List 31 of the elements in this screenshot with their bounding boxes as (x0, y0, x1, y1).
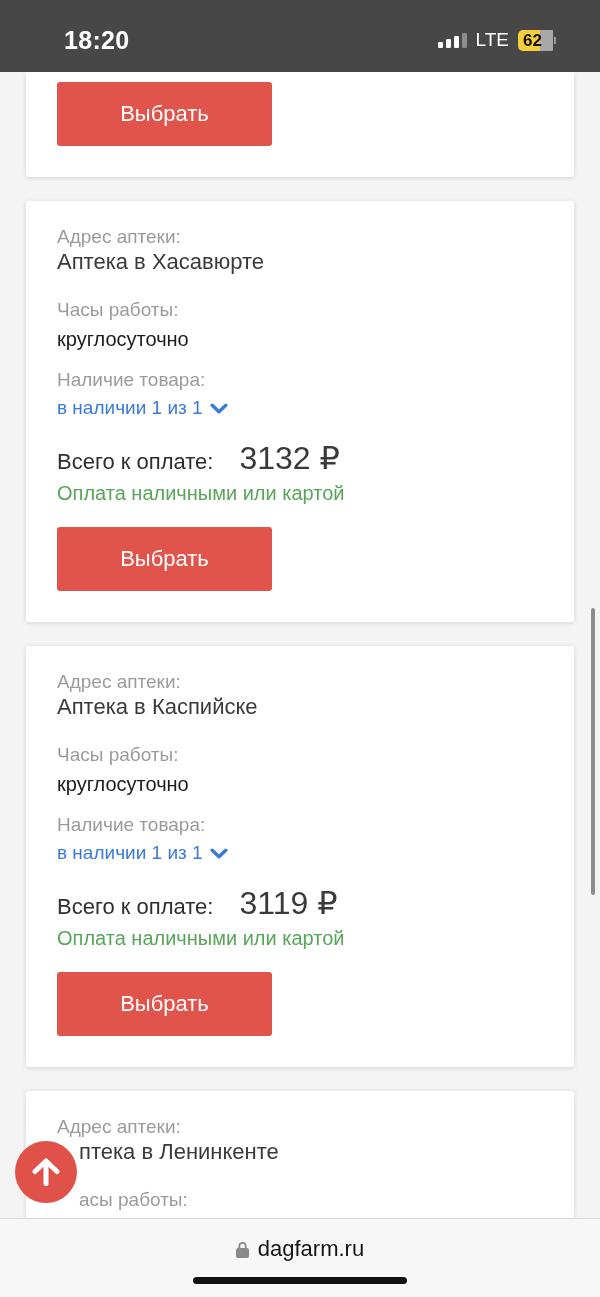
payment-note: Оплата наличными или картой (57, 926, 345, 950)
address-label: Адрес аптеки: (57, 225, 181, 249)
arrow-up-icon (32, 1158, 60, 1186)
signal-icon (437, 32, 468, 48)
availability-toggle[interactable]: в наличии 1 из 1 (57, 841, 228, 865)
address-label: Адрес аптеки: (57, 670, 181, 694)
pharmacy-name: Аптека в Хасавюрте (57, 249, 265, 275)
battery-indicator: 62 (518, 29, 556, 51)
select-button[interactable]: Выбрать (57, 82, 272, 146)
payment-note: Оплата наличными или картой (57, 481, 345, 505)
total-price: 3132 ₽ (239, 439, 340, 478)
hours-value: круглосуточно (57, 772, 189, 797)
select-button[interactable]: Выбрать (57, 972, 272, 1036)
status-time: 18:20 (64, 25, 130, 55)
hours-label: асы работы: (79, 1188, 188, 1212)
total-label: Всего к оплате: (57, 449, 214, 475)
url-text[interactable]: dagfarm.ru (257, 1236, 365, 1262)
pharmacy-name: птека в Ленинкенте (79, 1139, 279, 1165)
total-label: Всего к оплате: (57, 894, 214, 920)
select-button[interactable]: Выбрать (57, 527, 272, 591)
hours-label: Часы работы: (57, 743, 179, 767)
lock-icon (235, 1240, 249, 1258)
address-label: Адрес аптеки: (57, 1115, 181, 1139)
total-price: 3119 ₽ (239, 884, 338, 923)
hours-value: круглосуточно (57, 327, 189, 352)
network-type: LTE (475, 29, 509, 51)
hours-label: Часы работы: (57, 298, 179, 322)
stock-label: Наличие товара: (57, 368, 206, 392)
availability-toggle[interactable]: в наличии 1 из 1 (57, 396, 228, 420)
pharmacy-name: Аптека в Каспийске (57, 694, 258, 720)
stock-label: Наличие товара: (57, 813, 206, 837)
